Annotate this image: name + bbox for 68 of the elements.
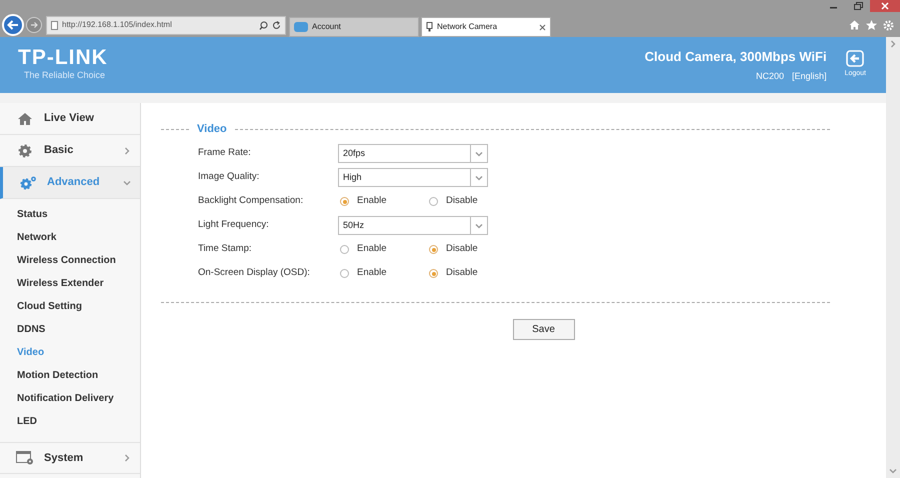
camera-icon bbox=[426, 22, 433, 32]
sidebar-subitem[interactable]: Cloud Setting bbox=[0, 295, 140, 318]
field-label: On-Screen Display (OSD): bbox=[198, 266, 311, 280]
field-label: Light Frequency: bbox=[198, 218, 270, 232]
sidebar-subitem[interactable]: Notification Delivery bbox=[0, 387, 140, 410]
back-arrow-icon bbox=[7, 20, 19, 30]
radio-button[interactable] bbox=[429, 245, 438, 254]
back-button[interactable] bbox=[2, 14, 24, 36]
home-icon[interactable] bbox=[849, 20, 860, 30]
close-button[interactable] bbox=[870, 0, 900, 12]
radio-label: Disable bbox=[446, 266, 478, 280]
sidebar-subitem[interactable]: Motion Detection bbox=[0, 364, 140, 387]
gear-icon bbox=[18, 144, 32, 158]
sidebar-item[interactable]: Live View bbox=[0, 103, 140, 135]
gears-icon bbox=[19, 176, 37, 190]
radio-button[interactable] bbox=[340, 245, 349, 254]
settings-icon[interactable] bbox=[883, 20, 894, 30]
address-text: http://192.168.1.105/index.html bbox=[62, 19, 173, 31]
radio-label: Disable bbox=[446, 194, 478, 208]
field-label: Backlight Compensation: bbox=[198, 194, 304, 208]
product-title: Cloud Camera, 300Mbps WiFi bbox=[644, 48, 827, 66]
section-title: Video bbox=[197, 122, 227, 137]
save-button[interactable]: Save bbox=[512, 318, 574, 340]
scrollbar[interactable] bbox=[886, 37, 900, 478]
browser-tab[interactable]: Account bbox=[289, 17, 419, 37]
sidebar-subitem[interactable]: Wireless Extender bbox=[0, 272, 140, 295]
radio-button[interactable] bbox=[340, 197, 349, 206]
radio-label: Enable bbox=[357, 266, 387, 280]
chevron-right-icon bbox=[122, 453, 132, 463]
sidebar-subitem[interactable]: DDNS bbox=[0, 318, 140, 341]
search-icon[interactable] bbox=[259, 20, 268, 30]
tab-title: Account bbox=[312, 21, 342, 33]
tab-title: Network Camera bbox=[437, 21, 498, 33]
home-icon bbox=[17, 112, 33, 126]
sidebar-subitem[interactable]: Status bbox=[0, 203, 140, 226]
refresh-icon[interactable] bbox=[272, 20, 281, 30]
field-label: Time Stamp: bbox=[198, 242, 252, 256]
scroll-down-icon bbox=[888, 466, 898, 476]
radio-button[interactable] bbox=[340, 269, 349, 278]
brand-logo: TP-LINK bbox=[18, 47, 108, 70]
radio-label: Disable bbox=[446, 242, 478, 256]
forward-button[interactable] bbox=[26, 17, 42, 33]
sidebar-subitem[interactable]: Wireless Connection bbox=[0, 249, 140, 272]
browser-tab[interactable]: Network Camera bbox=[421, 17, 551, 37]
chevron-right-icon bbox=[122, 146, 132, 156]
sidebar-subitem[interactable]: LED bbox=[0, 410, 140, 433]
page-icon bbox=[51, 20, 58, 30]
tab-logo-icon bbox=[294, 22, 308, 32]
radio-label: Enable bbox=[357, 194, 387, 208]
radio-label: Enable bbox=[357, 242, 387, 256]
sidebar-item[interactable]: System bbox=[0, 442, 140, 474]
field-label: Image Quality: bbox=[198, 170, 260, 184]
dropdown-select[interactable]: High bbox=[338, 168, 488, 187]
sidebar-subitem[interactable]: Network bbox=[0, 226, 140, 249]
radio-button[interactable] bbox=[429, 269, 438, 278]
model-name: NC200 bbox=[756, 70, 784, 82]
logout-icon bbox=[846, 50, 864, 68]
window-icon bbox=[16, 451, 34, 465]
brand-tagline: The Reliable Choice bbox=[23, 69, 106, 82]
field-label: Frame Rate: bbox=[198, 146, 252, 160]
forward-arrow-icon bbox=[30, 21, 38, 29]
radio-button[interactable] bbox=[429, 197, 438, 206]
close-tab-icon[interactable] bbox=[539, 24, 546, 30]
dropdown-select[interactable]: 50Hz bbox=[338, 216, 488, 235]
close-icon bbox=[881, 2, 889, 10]
star-icon[interactable] bbox=[866, 20, 877, 30]
dropdown-select[interactable]: 20fps bbox=[338, 144, 488, 163]
address-bar[interactable]: http://192.168.1.105/index.html bbox=[46, 16, 286, 34]
